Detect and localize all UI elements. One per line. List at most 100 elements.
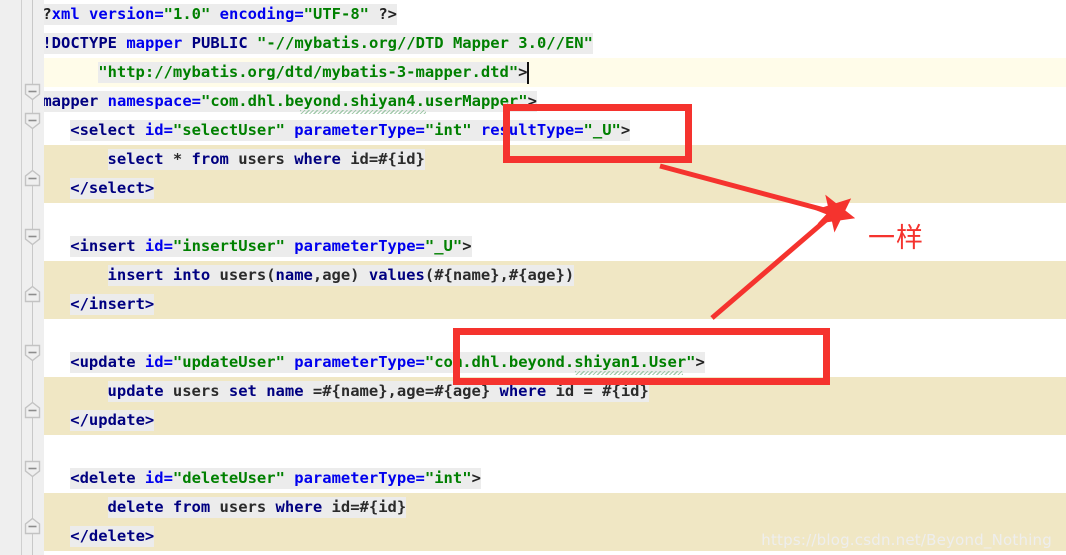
code-token: delete — [107, 498, 164, 516]
fold-collapse-icon[interactable] — [23, 343, 42, 362]
code-token: "http://mybatis.org/dtd/mybatis-3-mapper… — [98, 63, 519, 81]
inspection-squiggle — [575, 371, 683, 375]
code-line-text: "http://mybatis.org/dtd/mybatis-3-mapper… — [98, 58, 528, 87]
code-token: name — [266, 382, 304, 400]
code-token: users — [210, 498, 276, 516]
code-token: "selectUser" — [172, 121, 285, 139]
code-line-text: </update> — [70, 406, 155, 435]
fold-end-icon[interactable] — [23, 285, 42, 304]
code-line[interactable]: <delete id="deleteUser" parameterType="i… — [0, 464, 1066, 493]
code-token: id= — [135, 353, 173, 371]
code-token: > — [620, 121, 631, 139]
code-token: id= — [135, 121, 173, 139]
fold-end-icon[interactable] — [23, 401, 42, 420]
code-line-text: <insert id="insertUser" parameterType="_… — [70, 232, 472, 261]
fold-collapse-icon[interactable] — [23, 111, 42, 130]
code-line[interactable]: <update id="updateUser" parameterType="c… — [0, 348, 1066, 377]
code-token: "insertUser" — [172, 237, 285, 255]
code-token: <update — [70, 353, 136, 371]
code-token: version= — [79, 5, 164, 23]
code-line-text: <delete id="deleteUser" parameterType="i… — [70, 464, 481, 493]
code-token: <!DOCTYPE — [33, 34, 117, 52]
code-line-text: delete from users where id=#{id} — [107, 493, 407, 522]
code-line-text: <!DOCTYPE mapper PUBLIC "-//mybatis.org/… — [33, 29, 593, 58]
code-folding-rail[interactable] — [22, 0, 44, 555]
fold-collapse-icon[interactable] — [23, 459, 42, 478]
code-token: "_U" — [583, 121, 621, 139]
code-token: "UTF-8" — [303, 5, 369, 23]
code-text-run: </update> — [70, 410, 155, 431]
code-token: "updateUser" — [172, 353, 285, 371]
code-line[interactable]: </update> — [0, 406, 1066, 435]
code-text-run: update users set name =#{name},age=#{age… — [107, 381, 649, 402]
code-line[interactable]: update users set name =#{name},age=#{age… — [0, 377, 1066, 406]
code-text-run: <?xml version="1.0" encoding="UTF-8" ?> — [33, 4, 398, 25]
code-line-text: <mapper namespace="com.dhl.beyond.shiyan… — [33, 87, 537, 116]
code-line-text: select * from users where id=#{id} — [107, 145, 425, 174]
code-text-run: </insert> — [70, 294, 155, 315]
code-token: name — [275, 266, 313, 284]
code-line[interactable]: <select id="selectUser" parameterType="i… — [0, 116, 1066, 145]
code-token: > — [527, 92, 537, 110]
code-token: "com.dhl.beyond.shiyan4.userMapper" — [200, 92, 528, 110]
code-token: "_U" — [424, 237, 463, 255]
code-token: users — [228, 150, 295, 168]
line-band-highlight — [0, 435, 1066, 464]
code-text-run: delete from users where id=#{id} — [107, 497, 407, 518]
code-line[interactable]: <mapper namespace="com.dhl.beyond.shiyan… — [0, 87, 1066, 116]
code-token: values — [368, 266, 425, 284]
inspection-squiggle — [300, 110, 426, 114]
code-line[interactable]: insert into users(name,age) values(#{nam… — [0, 261, 1066, 290]
code-line[interactable]: "http://mybatis.org/dtd/mybatis-3-mapper… — [0, 58, 1066, 87]
code-editor[interactable]: <?xml version="1.0" encoding="UTF-8" ?> <… — [0, 0, 1066, 555]
code-line-text: </select> — [70, 174, 155, 203]
code-line-text: update users set name =#{name},age=#{age… — [107, 377, 649, 406]
line-band-highlight — [0, 319, 1066, 348]
annotation-note-same: 一样 — [868, 223, 924, 254]
code-token: select — [107, 150, 164, 168]
code-token: users( — [210, 266, 276, 284]
code-line[interactable]: </select> — [0, 174, 1066, 203]
fold-collapse-icon[interactable] — [23, 227, 42, 246]
code-line-text: </insert> — [70, 290, 155, 319]
code-token: > — [471, 469, 481, 487]
code-token: id= — [135, 237, 173, 255]
code-line[interactable]: <?xml version="1.0" encoding="UTF-8" ?> — [0, 0, 1066, 29]
code-token: <delete — [70, 469, 136, 487]
code-token: (#{name},#{age}) — [424, 266, 575, 284]
code-token: "int" — [424, 469, 472, 487]
line-band-highlight — [0, 290, 1066, 319]
code-line[interactable]: <!DOCTYPE mapper PUBLIC "-//mybatis.org/… — [0, 29, 1066, 58]
watermark: https://blog.csdn.net/Beyond_Nothing — [761, 531, 1052, 549]
code-token: parameterType= — [284, 353, 425, 371]
code-token: parameterType= — [284, 237, 425, 255]
code-token: </insert> — [70, 295, 155, 313]
code-token: id= — [135, 469, 173, 487]
code-token: "com.dhl.beyond.shiyan1.User" — [424, 353, 696, 371]
code-token: <select — [70, 121, 136, 139]
code-line[interactable]: delete from users where id=#{id} — [0, 493, 1066, 522]
code-text-run: <select id="selectUser" parameterType="i… — [70, 120, 631, 141]
code-token: </delete> — [70, 527, 155, 545]
code-token: where — [499, 382, 547, 400]
code-token: </select> — [70, 179, 155, 197]
line-band-highlight — [0, 174, 1066, 203]
code-line[interactable]: select * from users where id=#{id} — [0, 145, 1066, 174]
code-line[interactable]: </insert> — [0, 290, 1066, 319]
code-token: where — [275, 498, 323, 516]
code-text-run: <!DOCTYPE mapper PUBLIC "-//mybatis.org/… — [33, 33, 593, 54]
code-line[interactable] — [0, 435, 1066, 464]
code-token: ,age) — [312, 266, 369, 284]
code-token: insert into — [107, 266, 211, 284]
code-line[interactable] — [0, 319, 1066, 348]
code-token: mapper — [117, 34, 183, 52]
code-token: where — [294, 150, 341, 168]
fold-end-icon[interactable] — [23, 169, 42, 188]
fold-collapse-icon[interactable] — [23, 82, 42, 101]
code-token: resultType= — [471, 121, 584, 139]
fold-end-icon[interactable] — [23, 517, 42, 536]
line-number-gutter[interactable] — [0, 0, 22, 555]
